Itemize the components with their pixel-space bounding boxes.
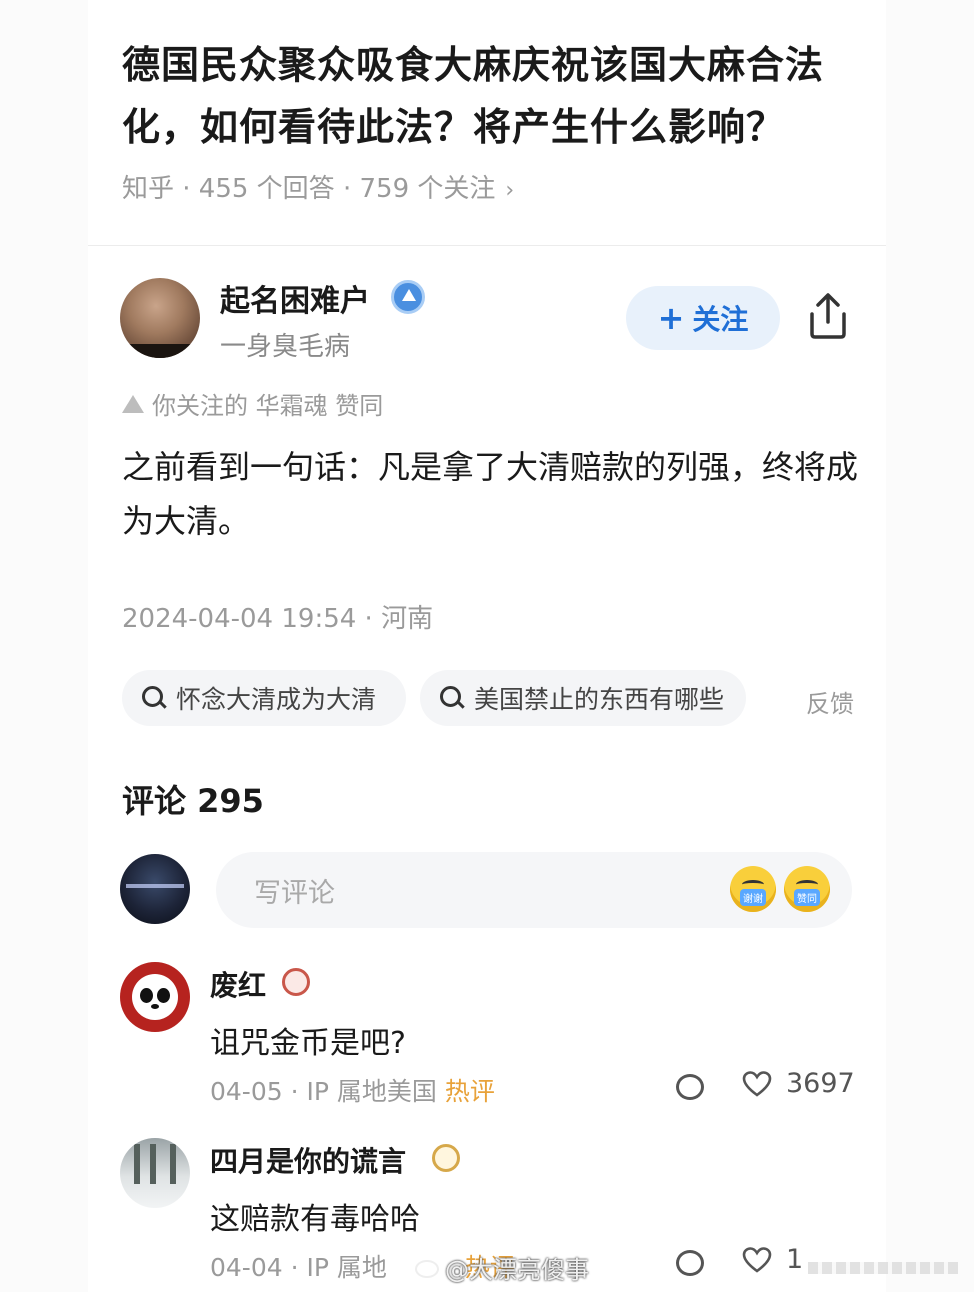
author-avatar[interactable] [120, 278, 200, 358]
related-search-label: 美国禁止的东西有哪些 [474, 685, 725, 714]
comment-text[interactable]: 诅咒金币是吧? [210, 1018, 406, 1062]
question-card[interactable]: 德国民众聚众吸食大麻庆祝该国大麻合法化，如何看待此法？将产生什么影响？ 知乎 ·… [88, 0, 886, 246]
like-button[interactable]: 1 [742, 1244, 803, 1275]
verified-badge-icon [391, 280, 425, 314]
follow-button[interactable]: + 关注 [626, 286, 780, 350]
commenter-avatar[interactable] [120, 1138, 190, 1208]
related-search-2[interactable]: 美国禁止的东西有哪些 [420, 670, 746, 726]
watermark-blur-strip [808, 1262, 958, 1274]
heart-icon [742, 1246, 772, 1273]
answer-section: 起名困难户 一身臭毛病 + 关注 你关注的 华霜魂 赞同 之前看到一句话：凡是拿… [88, 246, 886, 1292]
comments-header: 评论 295 [122, 782, 264, 820]
comment-meta: 04-05 · IP 属地美国 热评 [210, 1072, 495, 1108]
thanks-emoji-icon[interactable]: 谢谢 [730, 866, 776, 912]
question-title[interactable]: 德国民众聚众吸食大麻庆祝该国大麻合法化，如何看待此法？将产生什么影响？ [122, 34, 862, 158]
question-meta-text: 知乎 · 455 个回答 · 759 个关注 [122, 174, 496, 204]
like-button[interactable]: 3697 [742, 1068, 855, 1099]
reply-icon[interactable] [676, 1074, 704, 1100]
my-avatar [120, 854, 190, 924]
comment-text[interactable]: 这赔款有毒哈哈 [210, 1194, 420, 1238]
left-gutter [0, 0, 88, 1292]
author-bio: 一身臭毛病 [220, 332, 351, 362]
watermark-text: @大漂亮傻事 [445, 1256, 589, 1284]
hot-comment-tag: 热评 [444, 1077, 495, 1106]
like-count: 1 [786, 1244, 804, 1275]
commenter-avatar[interactable] [120, 962, 190, 1032]
related-search-1[interactable]: 怀念大清成为大清 [122, 670, 406, 726]
comment-date-ip: 04-05 · IP 属地美国 [210, 1077, 437, 1106]
commenter-name[interactable]: 废红 [210, 964, 266, 1004]
reply-icon[interactable] [676, 1250, 704, 1276]
chevron-right-icon: › [505, 178, 515, 203]
search-icon [142, 686, 166, 710]
question-meta[interactable]: 知乎 · 455 个回答 · 759 个关注 › [122, 168, 514, 205]
right-gutter [886, 0, 974, 1292]
like-count: 3697 [786, 1068, 855, 1099]
weibo-watermark: @大漂亮傻事 [415, 1250, 589, 1285]
share-icon[interactable] [806, 292, 850, 340]
related-search-label: 怀念大清成为大清 [176, 685, 377, 714]
weibo-logo-icon [415, 1260, 439, 1278]
author-name[interactable]: 起名困难户 [220, 276, 370, 320]
user-level-badge-icon [432, 1144, 460, 1172]
upvoted-by-line: 你关注的 华霜魂 赞同 [122, 386, 383, 421]
comment-item: 废红 诅咒金币是吧? 04-05 · IP 属地美国 热评 3697 [120, 962, 880, 1122]
feedback-link[interactable]: 反馈 [806, 684, 854, 719]
upvote-triangle-icon [122, 394, 144, 413]
plus-icon: + [657, 299, 685, 337]
comment-date-ip: 04-04 · IP 属地 [210, 1253, 387, 1282]
follow-button-label: 关注 [692, 303, 749, 336]
search-icon [440, 686, 464, 710]
answer-body[interactable]: 之前看到一句话：凡是拿了大清赔款的列强，终将成为大清。 [122, 440, 862, 548]
commenter-name[interactable]: 四月是你的谎言 [210, 1140, 406, 1180]
comment-input-placeholder: 写评论 [254, 877, 335, 909]
answer-timestamp: 2024-04-04 19:54 · 河南 [122, 604, 434, 634]
user-level-badge-icon [282, 968, 310, 996]
upvoted-by-text: 你关注的 华霜魂 赞同 [152, 392, 384, 420]
heart-icon [742, 1070, 772, 1097]
agree-emoji-icon[interactable]: 赞同 [784, 866, 830, 912]
